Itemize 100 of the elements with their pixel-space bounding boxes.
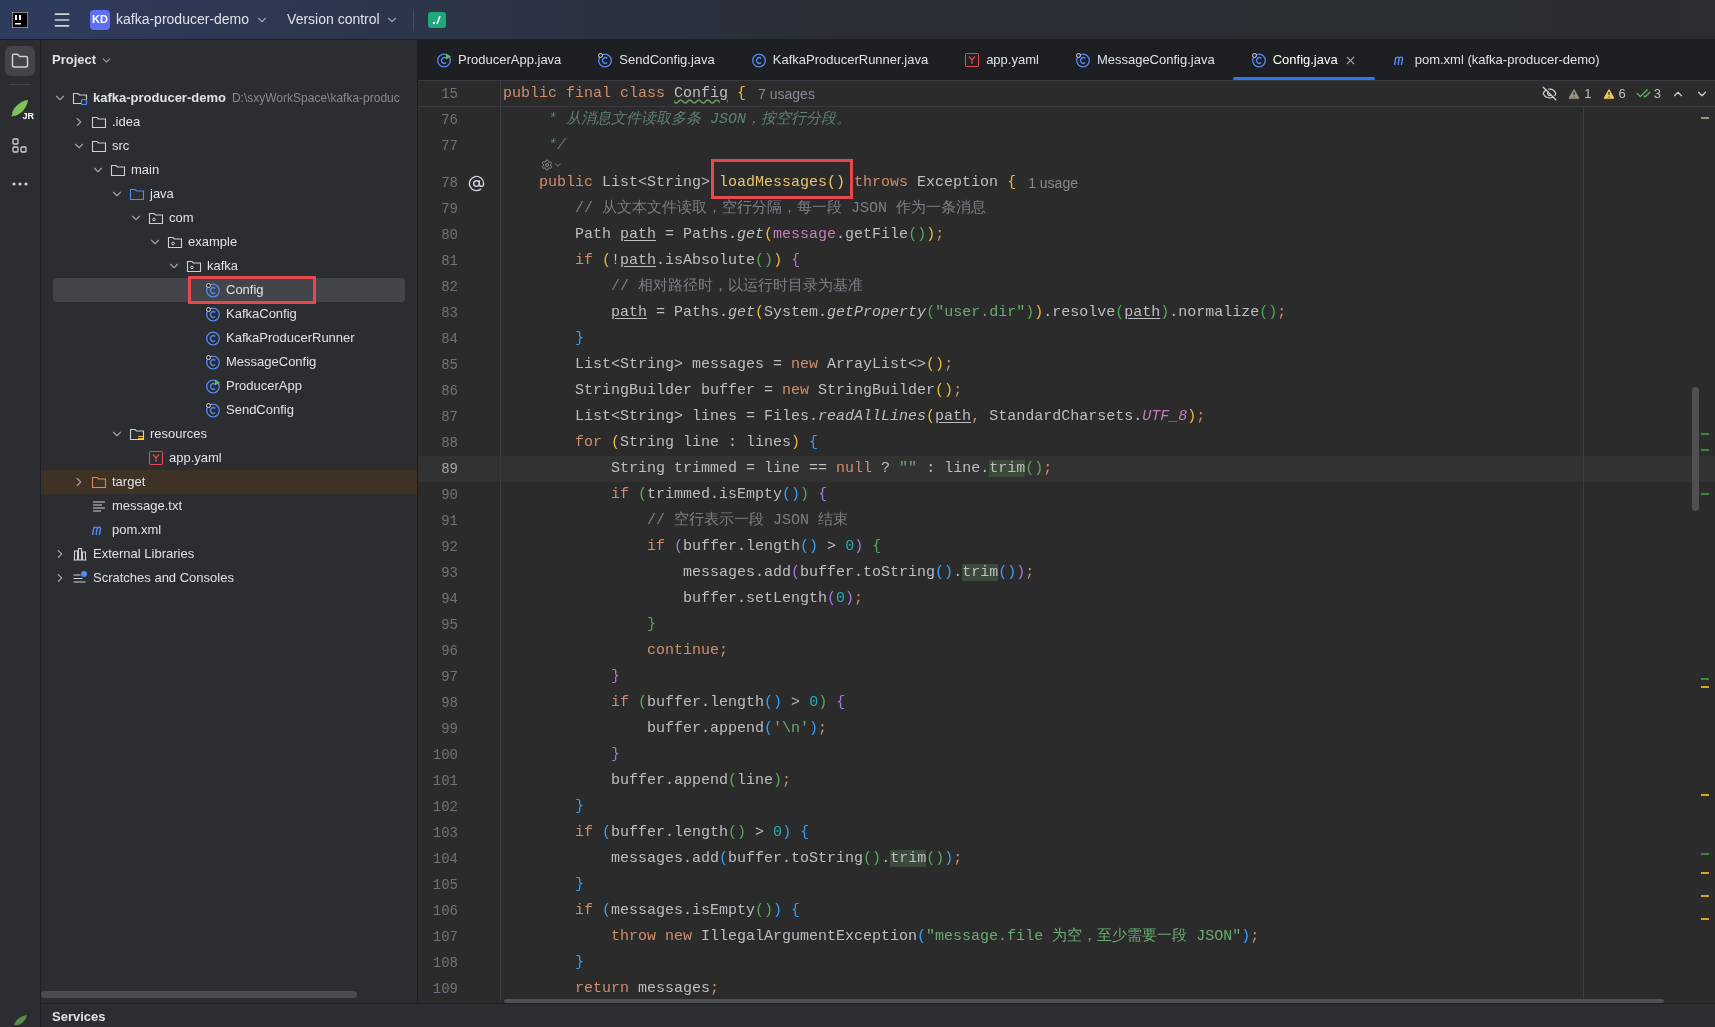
tree-item[interactable]: kafka-producer-demo D:\sxyWorkSpace\kafka-produc: [41, 86, 417, 110]
inspection-widget[interactable]: 3: [1635, 83, 1661, 104]
code-line: }: [647, 614, 657, 635]
tree-item[interactable]: External Libraries: [41, 542, 417, 566]
line-number: 83: [440, 303, 459, 323]
tree-item[interactable]: pom.xml: [41, 518, 417, 542]
code-line: buffer.append('\n');: [647, 718, 828, 739]
code-line: */: [548, 135, 567, 156]
highlighted-code: loadMessages(): [711, 158, 854, 200]
scrollbar-thumb[interactable]: [41, 991, 357, 998]
line-number: 88: [440, 433, 459, 453]
code-line: StringBuilder buffer = new StringBuilder();: [575, 380, 963, 401]
code-line: buffer.setLength(0);: [683, 588, 864, 609]
project-tool-button[interactable]: [5, 46, 35, 76]
gear-icon[interactable]: [541, 158, 553, 171]
editor-tab[interactable]: SendConfig.java: [579, 40, 733, 80]
usages-hint[interactable]: 1 usage: [1028, 172, 1078, 194]
tree-item[interactable]: MessageConfig: [41, 350, 417, 374]
editor-tab[interactable]: Config.java: [1232, 40, 1375, 80]
editor-tab[interactable]: pom.xml (kafka-producer-demo): [1374, 40, 1618, 80]
tree-item[interactable]: target: [41, 470, 417, 494]
editor-tab[interactable]: KafkaProducerRunner.java: [732, 40, 947, 80]
services-icon[interactable]: [12, 1015, 28, 1025]
code-line: }: [575, 796, 585, 817]
vcs-selector[interactable]: Version control: [287, 9, 399, 30]
project-avatar: KD: [90, 9, 110, 30]
editor-tab[interactable]: MessageConfig.java: [1056, 40, 1233, 80]
project-selector[interactable]: KD kafka-producer-demo: [90, 9, 270, 30]
tree-item[interactable]: Config: [53, 278, 405, 302]
usages-hint[interactable]: 7 usages: [758, 83, 815, 105]
line-number: 106: [431, 901, 459, 921]
folder-icon: [11, 52, 29, 70]
line-number: 104: [431, 849, 459, 869]
tree-item[interactable]: ProducerApp: [41, 374, 417, 398]
panel-title-button[interactable]: Project: [52, 50, 114, 70]
code-line: // 空行表示一段 JSON 结束: [647, 510, 849, 531]
code-line: buffer.append(line);: [611, 770, 792, 791]
code-line: if (trimmed.isEmpty()) {: [611, 484, 828, 505]
tree-item[interactable]: java: [41, 182, 417, 206]
line-number: 96: [440, 641, 459, 661]
code-line: String trimmed = line == null ? "" : line.trim();: [611, 458, 1053, 479]
package-icon: [186, 258, 202, 274]
tree-item[interactable]: message.txt: [41, 494, 417, 518]
class-icon: [750, 52, 767, 68]
class-icon: [1250, 52, 1267, 68]
editor-tab[interactable]: ProducerApp.java: [418, 40, 580, 80]
scrollbar-thumb[interactable]: [1692, 387, 1699, 511]
code-line: }: [575, 952, 585, 973]
folder-icon: [129, 186, 145, 202]
code-line: public List<String>: [539, 172, 712, 193]
line-number: 101: [431, 771, 459, 791]
code-line: // 相对路径时，以运行时目录为基准: [611, 276, 864, 297]
implements-icon[interactable]: [468, 174, 485, 192]
line-number: 109: [431, 979, 459, 999]
tree-item[interactable]: example: [41, 230, 417, 254]
tree-item[interactable]: .idea: [41, 110, 417, 134]
folder-icon: [91, 138, 107, 154]
app-logo-icon[interactable]: [12, 11, 28, 28]
code-line: return messages;: [575, 978, 720, 999]
code-line: if (messages.isEmpty()) {: [575, 900, 801, 921]
line-number: 82: [440, 277, 459, 297]
tree-item[interactable]: app.yaml: [41, 446, 417, 470]
code-line: throws Exception {: [853, 172, 1017, 193]
editor-tab[interactable]: app.yaml: [946, 40, 1057, 80]
line-number: 90: [440, 485, 459, 505]
tree-item[interactable]: SendConfig: [41, 398, 417, 422]
code-line: messages.add(buffer.toString().trim());: [611, 848, 963, 869]
class-icon: [436, 52, 452, 68]
line-number: 108: [431, 953, 459, 973]
code-line: }: [575, 328, 585, 349]
tree-item[interactable]: com: [41, 206, 417, 230]
tree-item[interactable]: resources: [41, 422, 417, 446]
reader-mode-icon[interactable]: [1542, 86, 1558, 101]
inspection-widget[interactable]: 6: [1601, 83, 1626, 104]
code-line: * 从消息文件读取多条 JSON，按空行分段。: [548, 109, 852, 130]
line-number: 97: [440, 667, 459, 687]
tree-item[interactable]: main: [41, 158, 417, 182]
code-line: }: [611, 666, 621, 687]
package-icon: [148, 210, 164, 226]
plugin-tool-button[interactable]: JR: [5, 93, 35, 123]
class-icon: [205, 378, 221, 394]
scrollbar-thumb[interactable]: [504, 999, 1664, 1003]
inspection-widget[interactable]: 1: [1567, 83, 1592, 104]
resources-folder-icon: [129, 426, 145, 442]
tree-item[interactable]: KafkaConfig: [41, 302, 417, 326]
tree-item[interactable]: Scratches and Consoles: [41, 566, 417, 590]
code-line: if (!path.isAbsolute()) {: [575, 250, 801, 271]
tool-window-title[interactable]: Services: [52, 1009, 106, 1027]
line-number: 94: [440, 589, 459, 609]
line-number: 15: [440, 84, 459, 104]
line-number: 79: [440, 199, 459, 219]
warning-icon: [1601, 86, 1616, 101]
tree-item[interactable]: KafkaProducerRunner: [41, 326, 417, 350]
yaml-file-icon: [148, 450, 164, 466]
code-line: public final class Config {: [503, 83, 747, 104]
line-number: 105: [431, 875, 459, 895]
line-number: 91: [440, 511, 459, 531]
tree-item[interactable]: kafka: [41, 254, 417, 278]
terminal-icon[interactable]: [427, 11, 446, 28]
tree-item[interactable]: src: [41, 134, 417, 158]
